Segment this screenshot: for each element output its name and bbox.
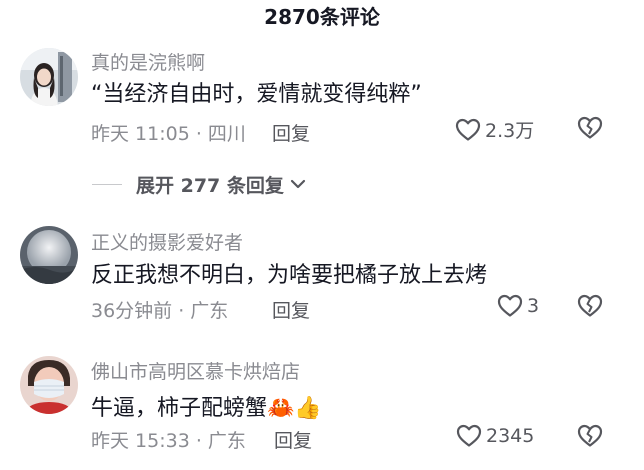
reply-button[interactable]: 回复 [272,119,310,146]
expand-replies-button[interactable]: 展开 277 条回复 [136,171,284,198]
reply-button[interactable]: 回复 [274,426,312,453]
comments-header: 2870条评论 [0,0,644,34]
avatar-masked-person-photo-icon [20,356,78,414]
like-count: 2345 [486,425,535,447]
dislike-button[interactable] [577,424,603,448]
comment-meta: 36分钟前 · 广东 [91,300,229,322]
avatar-moon-photo-icon [20,226,78,284]
heart-outline-icon [456,424,482,447]
avatar[interactable] [20,48,78,106]
reply-button[interactable]: 回复 [272,296,310,323]
avatar[interactable] [20,226,78,284]
avatar-girl-photo-icon [20,48,78,106]
comment-username[interactable]: 佛山市高明区慕卡烘焙店 [91,357,300,384]
broken-heart-icon [577,424,603,447]
avatar[interactable] [20,356,78,414]
comment-item: 正义的摄影爱好者 反正我想不明白，为啥要把橘子放上去烤 36分钟前 · 广东 回… [0,220,644,340]
comment-item: 真的是浣熊啊 “当经济自由时，爱情就变得纯粹” 昨天 11:05 · 四川 回复… [0,40,644,160]
divider-line [92,183,122,185]
like-button[interactable]: 3 [497,294,539,318]
dislike-button[interactable] [577,116,603,140]
comment-username[interactable]: 正义的摄影爱好者 [91,228,243,255]
comment-content: 反正我想不明白，为啥要把橘子放上去烤 [91,263,488,288]
broken-heart-icon [577,294,603,317]
like-button[interactable]: 2345 [456,424,534,448]
comment-item: 佛山市高明区慕卡烘焙店 牛逼，柿子配螃蟹🦀👍 昨天 15:33 · 广东 回复 … [0,350,644,470]
like-count: 3 [527,295,540,317]
comment-username[interactable]: 真的是浣熊啊 [91,48,205,75]
comment-meta: 昨天 11:05 · 四川 [91,123,246,145]
comment-content: “当经济自由时，爱情就变得纯粹” [91,82,422,107]
comment-content: 牛逼，柿子配螃蟹🦀👍 [91,396,322,421]
like-button[interactable]: 2.3万 [455,116,534,143]
comment-count-title: 2870条评论 [264,5,380,29]
dislike-button[interactable] [577,294,603,318]
comment-meta: 昨天 15:33 · 广东 [91,430,246,452]
broken-heart-icon [577,116,603,139]
chevron-down-icon [290,179,305,189]
like-count: 2.3万 [485,120,535,142]
expand-replies-row[interactable]: 展开 277 条回复 [92,170,306,198]
heart-outline-icon [455,118,481,141]
heart-outline-icon [497,294,523,317]
